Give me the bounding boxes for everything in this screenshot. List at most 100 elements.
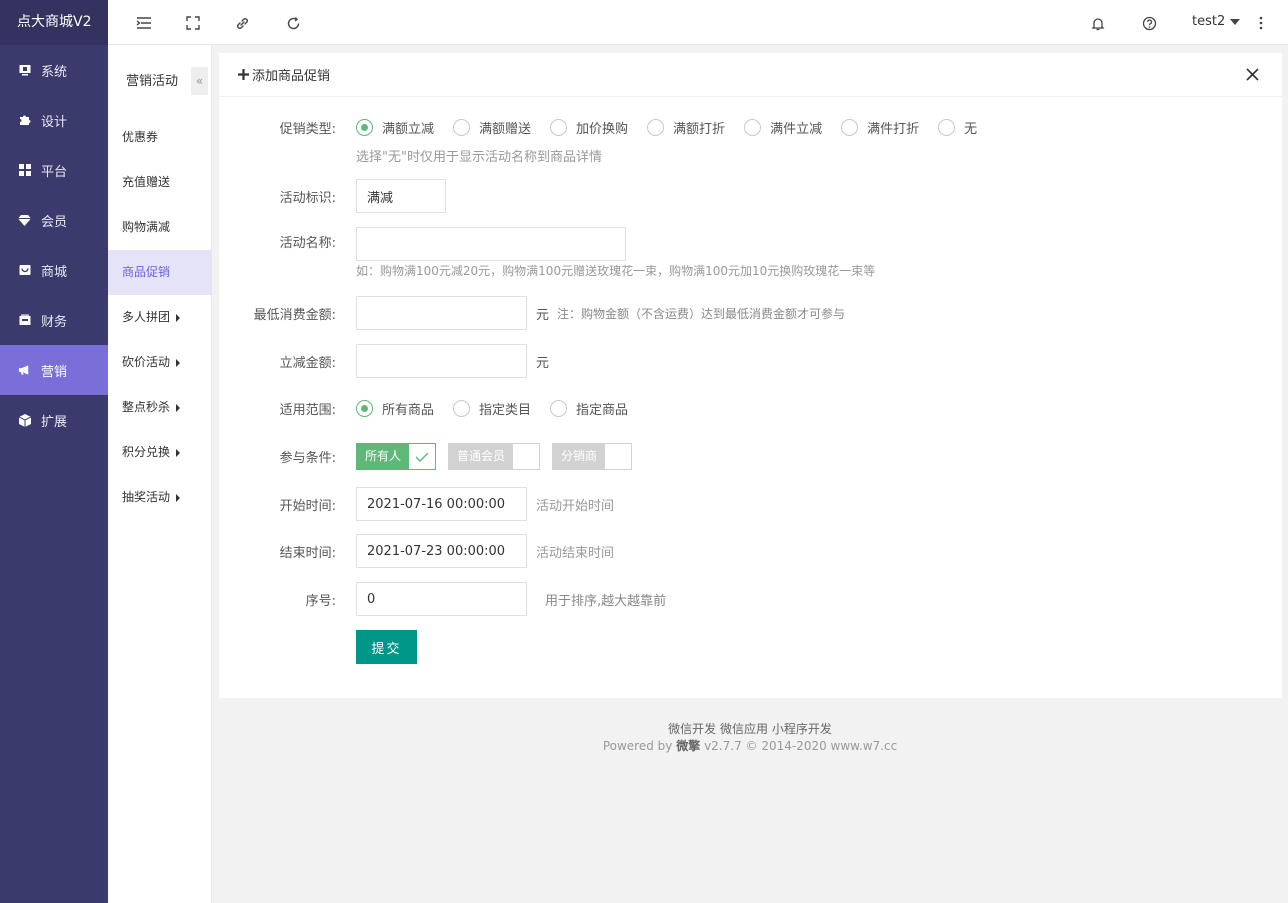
more-icon[interactable] [1251, 13, 1271, 33]
name-row: 活动名称: [219, 227, 626, 261]
subnav-item-label: 整点秒杀 [122, 400, 171, 414]
promo-type-radio-5[interactable]: 满件打折 [841, 118, 919, 137]
name-label: 活动名称: [279, 236, 336, 251]
refresh-icon[interactable] [283, 13, 303, 33]
bell-icon[interactable] [1088, 13, 1108, 33]
subnav-item-6[interactable]: 整点秒杀 [108, 385, 212, 430]
sidebar-item-7[interactable]: 扩展 [0, 395, 108, 445]
footer-link-wechat-dev[interactable]: 微信开发 [668, 722, 716, 736]
subnav-item-3[interactable]: 商品促销 [108, 250, 212, 295]
order-input[interactable] [356, 582, 527, 616]
radio-circle-icon [453, 400, 471, 417]
scope-radio-0[interactable]: 所有商品 [356, 399, 434, 418]
min-amount-input[interactable] [356, 296, 527, 330]
footer-link-miniprogram[interactable]: 小程序开发 [772, 722, 832, 736]
radio-label: 满件立减 [770, 122, 823, 137]
sidebar-item-1[interactable]: 设计 [0, 95, 108, 145]
promo-type-hint: 选择"无"时仅用于显示活动名称到商品详情 [356, 150, 602, 165]
condition-label: 参与条件: [279, 451, 336, 466]
wallet-icon [18, 314, 31, 327]
start-time-input[interactable] [356, 487, 527, 521]
sidebar-item-5[interactable]: 财务 [0, 295, 108, 345]
menu-toggle-icon[interactable] [134, 13, 154, 33]
promo-type-radio-1[interactable]: 满额赠送 [453, 118, 531, 137]
sidebar-item-label: 系统 [41, 64, 68, 80]
order-row: 序号: 用于排序,越大越靠前 [219, 582, 666, 616]
promo-type-radio-2[interactable]: 加价换购 [550, 118, 628, 137]
sub-nav: 营销活动 « 优惠券充值赠送 购物满减商品促销多人拼团砍价活动整点秒杀积分兑换抽奖… [108, 45, 212, 903]
order-hint: 用于排序,越大越靠前 [545, 593, 667, 609]
fullscreen-icon[interactable] [183, 13, 203, 33]
end-time-input[interactable] [356, 534, 527, 568]
radio-label: 满件打折 [867, 122, 920, 137]
subnav-item-label: 砍价活动 [122, 355, 171, 369]
subnav-item-label: 商品促销 [122, 265, 171, 279]
help-icon[interactable] [1139, 13, 1159, 33]
caret-right-icon [176, 448, 181, 457]
subnav-item-1[interactable]: 充值赠送 [108, 160, 212, 205]
sidebar-item-3[interactable]: 会员 [0, 195, 108, 245]
condition-toggle-1[interactable]: 普通会员 [448, 443, 541, 470]
caret-right-icon [176, 403, 181, 412]
user-menu[interactable]: test2 [1192, 14, 1241, 29]
name-input[interactable] [356, 227, 626, 261]
promo-type-radio-3[interactable]: 满额打折 [647, 118, 725, 137]
min-amount-label: 最低消费金额: [253, 307, 336, 323]
promo-type-label: 促销类型: [279, 122, 336, 137]
footer-link-wechat-apps[interactable]: 微信应用 [720, 722, 768, 736]
promo-type-radio-4[interactable]: 满件立减 [744, 118, 822, 137]
condition-toggle-2[interactable]: 分销商 [552, 443, 633, 470]
panel-header: 添加商品促销 [219, 53, 1282, 97]
promo-type-radio-6[interactable]: 无 [938, 118, 977, 137]
radio-circle-icon [938, 119, 956, 136]
caret-right-icon [176, 493, 181, 502]
name-hint-row: 如：购物满100元减20元，购物满100元赠送玫瑰花一束，购物满100元加10元… [356, 262, 875, 279]
sidebar-item-6[interactable]: 营销 [0, 345, 108, 395]
min-amount-row: 最低消费金额: 元 注：购物金额（不含运费）达到最低消费金额才可参与 [219, 296, 845, 330]
caret-right-icon [176, 358, 181, 367]
panel-title: 添加商品促销 [252, 69, 331, 84]
footer: 微信开发 微信应用 小程序开发 Powered by 微擎 v2.7.7 © 2… [212, 721, 1288, 755]
subnav-item-4[interactable]: 多人拼团 [108, 295, 212, 340]
min-amount-hint: 注：购物金额（不含运费）达到最低消费金额才可参与 [557, 306, 846, 321]
condition-toggle-0[interactable]: 所有人 [356, 443, 437, 470]
start-label: 开始时间: [279, 498, 336, 514]
sidebar-item-label: 扩展 [41, 414, 68, 430]
sidebar-item-label: 会员 [41, 214, 68, 230]
subnav-item-5[interactable]: 砍价活动 [108, 340, 212, 385]
subnav-item-0[interactable]: 优惠券 [108, 115, 212, 160]
subnav-item-7[interactable]: 积分兑换 [108, 430, 212, 475]
sub-nav-title-text: 营销活动 [126, 73, 179, 89]
scope-radio-2[interactable]: 指定商品 [550, 399, 628, 418]
submit-button[interactable]: 提交 [356, 630, 417, 664]
footer-brand[interactable]: 微擎 [676, 739, 700, 753]
promo-type-radio-0[interactable]: 满额立减 [356, 118, 434, 137]
radio-label: 指定商品 [576, 403, 629, 418]
caret-down-icon [1230, 18, 1241, 25]
grid-icon [18, 164, 31, 177]
sidebar-item-label: 平台 [41, 164, 68, 180]
tag-input[interactable] [356, 179, 446, 213]
sidebar-item-0[interactable]: 系统 [0, 45, 108, 95]
scope-radio-1[interactable]: 指定类目 [453, 399, 531, 418]
sidebar-item-2[interactable]: 平台 [0, 145, 108, 195]
subnav-item-label: 积分兑换 [122, 445, 171, 459]
subnav-item-2[interactable]: 购物满减 [108, 205, 212, 250]
toggle-box [513, 444, 540, 469]
diamond-icon [18, 214, 31, 227]
subnav-item-label: 优惠券 [122, 130, 159, 144]
subnav-item-8[interactable]: 抽奖活动 [108, 475, 212, 520]
promo-type-hint-row: 选择"无"时仅用于显示活动名称到商品详情 [356, 146, 602, 165]
top-bar: test2 [108, 0, 1288, 45]
close-icon[interactable] [1246, 68, 1260, 82]
link-icon[interactable] [232, 13, 252, 33]
order-label: 序号: [305, 593, 336, 609]
main-sidebar: 点大商城V2 系统设计平台会员商城 财务 营销扩展 [0, 0, 108, 903]
discount-input[interactable] [356, 344, 527, 378]
radio-circle-icon [841, 119, 859, 136]
app-logo: 点大商城V2 [0, 0, 108, 45]
radio-label: 加价换购 [576, 122, 629, 137]
sidebar-item-4[interactable]: 商城 [0, 245, 108, 295]
radio-label: 所有商品 [382, 403, 435, 418]
collapse-button[interactable]: « [191, 67, 208, 95]
